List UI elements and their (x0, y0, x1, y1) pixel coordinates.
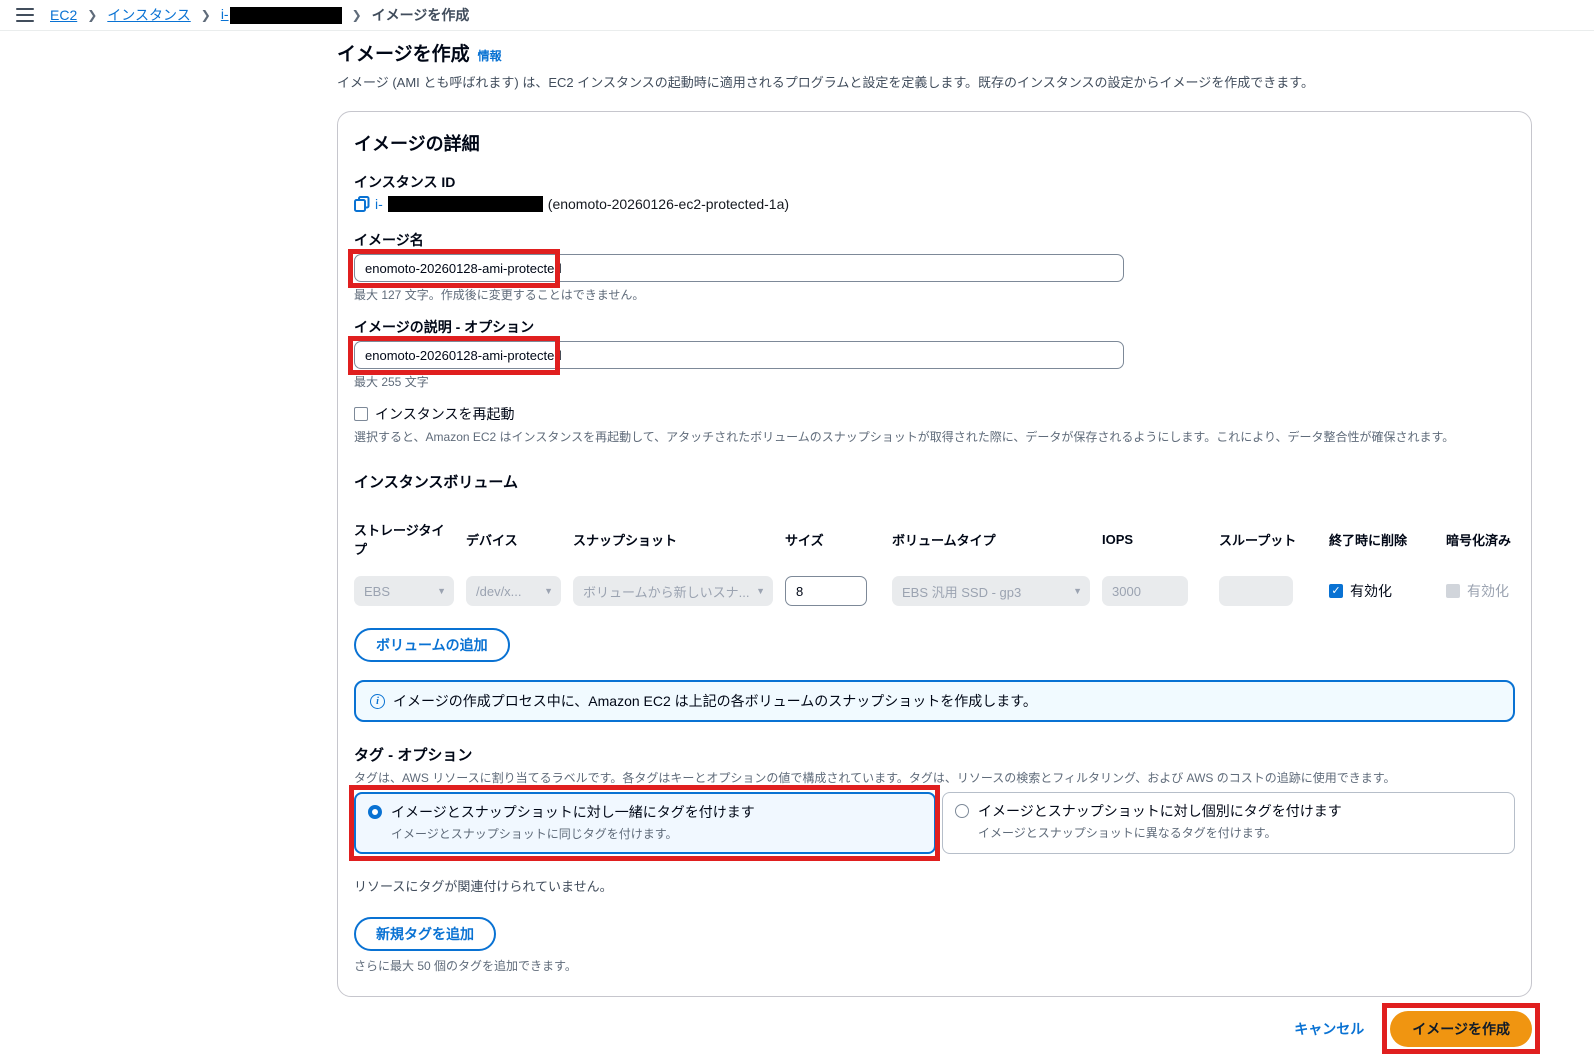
column-snapshot: スナップショット (573, 530, 773, 549)
tags-heading: タグ - オプション (354, 744, 1515, 765)
iops-input: 3000 (1102, 576, 1188, 606)
breadcrumb-current: イメージを作成 (372, 5, 470, 25)
instance-id-label: インスタンス ID (354, 172, 1515, 192)
reboot-help: 選択すると、Amazon EC2 はインスタンスを再起動して、アタッチされたボリ… (354, 428, 1515, 445)
encrypted-label: 有効化 (1467, 581, 1509, 601)
info-icon: i (370, 694, 385, 709)
reboot-checkbox[interactable] (354, 407, 368, 421)
tag-option-separate-title: イメージとスナップショットに対し個別にタグを付けます (978, 801, 1342, 821)
add-tag-button[interactable]: 新規タグを追加 (354, 917, 496, 951)
image-description-input[interactable] (354, 341, 1124, 369)
redaction-box (388, 196, 543, 212)
column-encrypted: 暗号化済み (1446, 530, 1531, 549)
page-description: イメージ (AMI とも呼ばれます) は、EC2 インスタンスの起動時に適用され… (337, 72, 1532, 91)
redaction-box (230, 7, 342, 24)
page-title: イメージを作成 (337, 39, 470, 66)
column-delete-on-termination: 終了時に削除 (1329, 530, 1434, 549)
image-description-label: イメージの説明 - オプション (354, 317, 1515, 337)
menu-icon[interactable] (16, 8, 34, 22)
breadcrumb-separator: ❯ (352, 8, 362, 22)
no-tags-message: リソースにタグが関連付けられていません。 (354, 876, 1515, 895)
create-image-button[interactable]: イメージを作成 (1390, 1011, 1532, 1047)
breadcrumb-ec2[interactable]: EC2 (50, 7, 77, 23)
image-name-label: イメージ名 (354, 230, 1515, 250)
instance-volumes-heading: インスタンスボリューム (354, 471, 1515, 492)
column-storage-type: ストレージタイプ (354, 520, 454, 558)
snapshot-select: ボリュームから新しいスナ... ▼ (573, 576, 773, 606)
chevron-down-icon: ▼ (544, 586, 553, 596)
chevron-down-icon: ▼ (756, 586, 765, 596)
image-name-input[interactable] (354, 254, 1124, 282)
breadcrumb: EC2 ❯ インスタンス ❯ i- ❯ イメージを作成 (0, 0, 1594, 31)
add-volume-button[interactable]: ボリュームの追加 (354, 628, 510, 662)
info-link[interactable]: 情報 (478, 47, 502, 64)
breadcrumb-separator: ❯ (87, 8, 97, 22)
radio-unselected-icon[interactable] (955, 804, 969, 818)
info-alert: i イメージの作成プロセス中に、Amazon EC2 は上記の各ボリュームのスナ… (354, 680, 1515, 722)
delete-on-termination-checkbox[interactable]: ✓ (1329, 584, 1343, 598)
breadcrumb-separator: ❯ (201, 8, 211, 22)
chevron-down-icon: ▼ (1073, 586, 1082, 596)
image-details-card: イメージの詳細 インスタンス ID i- (enomoto-20260126-e… (337, 111, 1532, 997)
reboot-label: インスタンスを再起動 (375, 404, 514, 424)
radio-selected-icon[interactable] (368, 805, 382, 819)
column-volume-type: ボリュームタイプ (892, 530, 1090, 549)
image-name-constraint: 最大 127 文字。作成後に変更することはできません。 (354, 286, 1515, 303)
tags-description: タグは、AWS リソースに割り当てるラベルです。各タグはキーとオプションの値で構… (354, 769, 1515, 786)
info-alert-text: イメージの作成プロセス中に、Amazon EC2 は上記の各ボリュームのスナップ… (393, 691, 1037, 711)
cancel-button[interactable]: キャンセル (1294, 1019, 1364, 1039)
add-tag-hint: さらに最大 50 個のタグを追加できます。 (354, 957, 1515, 974)
breadcrumb-instances[interactable]: インスタンス (107, 5, 190, 25)
breadcrumb-instance-id[interactable]: i- (221, 6, 342, 24)
column-size: サイズ (785, 530, 880, 549)
tag-option-together-sub: イメージとスナップショットに同じタグを付けます。 (391, 825, 755, 842)
instance-name: (enomoto-20260126-ec2-protected-1a) (548, 196, 789, 212)
column-device: デバイス (466, 530, 561, 549)
throughput-input (1219, 576, 1293, 606)
encrypted-checkbox (1446, 584, 1460, 598)
image-description-constraint: 最大 255 文字 (354, 373, 1515, 390)
tag-option-together[interactable]: イメージとスナップショットに対し一緒にタグを付けます イメージとスナップショット… (354, 792, 936, 854)
volume-type-select: EBS 汎用 SSD - gp3 ▼ (892, 576, 1090, 606)
card-title: イメージの詳細 (354, 130, 1515, 156)
column-iops: IOPS (1102, 532, 1207, 547)
instance-id-value[interactable]: i- (375, 196, 383, 212)
storage-type-select: EBS ▼ (354, 576, 454, 606)
size-input[interactable] (785, 576, 867, 606)
column-throughput: スループット (1219, 530, 1317, 549)
device-select: /dev/x... ▼ (466, 576, 561, 606)
delete-on-termination-label: 有効化 (1350, 581, 1392, 601)
tag-option-separate[interactable]: イメージとスナップショットに対し個別にタグを付けます イメージとスナップショット… (942, 792, 1515, 854)
tag-option-separate-sub: イメージとスナップショットに異なるタグを付けます。 (978, 824, 1342, 841)
copy-icon[interactable] (354, 196, 370, 212)
chevron-down-icon: ▼ (437, 586, 446, 596)
tag-option-together-title: イメージとスナップショットに対し一緒にタグを付けます (391, 802, 755, 822)
